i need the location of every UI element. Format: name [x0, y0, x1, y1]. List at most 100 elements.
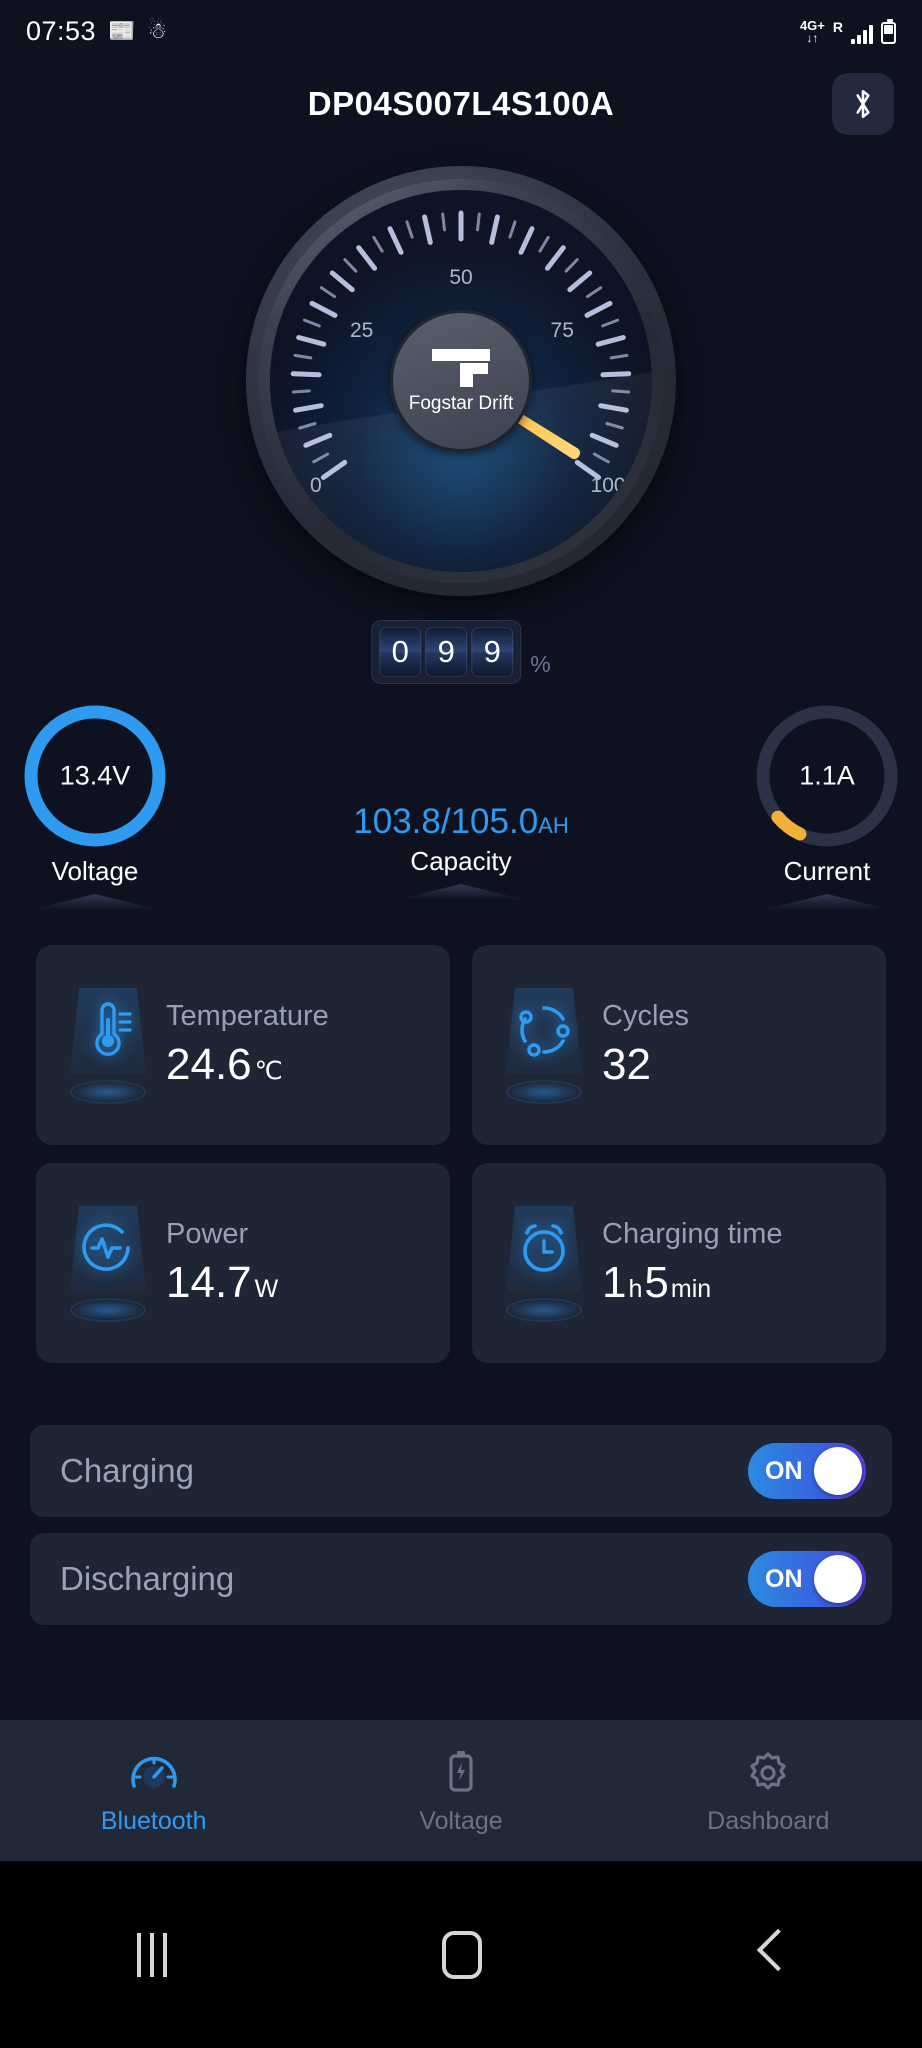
- signal-bars-icon: [851, 24, 873, 44]
- page-title: DP04S007L4S100A: [307, 85, 615, 122]
- nav-label-bluetooth: Bluetooth: [100, 1806, 207, 1835]
- capacity-number: 103.8/105.0: [353, 802, 539, 841]
- network-type-icon: 4G+ ↓↑: [800, 19, 825, 44]
- capacity-pointer: [396, 884, 526, 900]
- discharging-toggle[interactable]: ON: [748, 1551, 866, 1607]
- odometer-digit: 9: [425, 627, 468, 677]
- card-icon-wrap: [56, 986, 160, 1104]
- odometer-digit: 0: [379, 627, 422, 677]
- gear-icon: [750, 1751, 786, 1790]
- card-minutes-unit: min: [670, 1275, 712, 1303]
- card-icon-wrap: [56, 1204, 160, 1322]
- recent-apps-icon[interactable]: [137, 1932, 168, 1977]
- card-icon-wrap: [492, 1204, 596, 1322]
- odometer-digits: 0 9 9: [371, 620, 522, 684]
- charging-label: Charging: [60, 1452, 194, 1489]
- gauge-tick-label-100: 100: [590, 474, 626, 498]
- card-text: Temperature 24.6 ℃: [166, 1000, 329, 1090]
- gauge-tick-label-0: 0: [309, 474, 322, 498]
- nav-item-voltage[interactable]: Voltage: [307, 1720, 614, 1861]
- battery-bolt-icon: [449, 1750, 473, 1792]
- voltage-pointer: [30, 894, 160, 910]
- voltage-ring: 13.4V: [19, 700, 171, 852]
- cycles-card[interactable]: Cycles 32: [472, 945, 886, 1145]
- card-hours-unit: h: [628, 1275, 643, 1303]
- nav-label-dashboard: Dashboard: [707, 1806, 830, 1835]
- cycles-icon: [519, 1006, 570, 1057]
- current-label: Current: [783, 856, 871, 886]
- status-bar-left: 07:53 📰 ☃: [26, 16, 167, 47]
- soc-gauge: 0 25 50 75 100 Fogstar Drift: [246, 166, 676, 596]
- power-pulse-icon: [82, 1223, 130, 1271]
- card-number: 24.6: [166, 1040, 252, 1089]
- back-icon[interactable]: [757, 1931, 785, 1979]
- summary-stats-row: 13.4V Voltage 103.8/105.0AH Capacity 1.1…: [0, 700, 922, 910]
- gauge-tick-label-50: 50: [449, 265, 473, 289]
- speedometer-icon: [130, 1756, 177, 1788]
- roaming-indicator: R: [832, 18, 843, 35]
- card-unit: W: [254, 1275, 279, 1303]
- charging-row[interactable]: Charging ON: [30, 1425, 892, 1517]
- brand-name: Fogstar Drift: [408, 393, 514, 414]
- gauge-tick-label-25: 25: [349, 319, 374, 343]
- card-value: 32: [602, 1040, 689, 1090]
- power-card[interactable]: Power 14.7 W: [36, 1163, 450, 1363]
- soc-odometer: 0 9 9 %: [371, 620, 551, 684]
- odometer-digit: 9: [471, 627, 514, 677]
- nav-label-voltage: Voltage: [419, 1806, 503, 1835]
- discharging-row[interactable]: Discharging ON: [30, 1533, 892, 1625]
- odometer-unit: %: [530, 651, 551, 677]
- gauge-tick-label-75: 75: [550, 319, 574, 343]
- card-label: Cycles: [602, 1000, 690, 1032]
- status-bar-right: 4G+ ↓↑ R: [800, 18, 896, 44]
- home-icon[interactable]: [441, 1930, 482, 1979]
- metric-cards: Temperature 24.6 ℃ Cycles 32 Power 14.7 …: [36, 945, 886, 1363]
- app-header: DP04S007L4S100A: [0, 62, 922, 146]
- current-value: 1.1A: [799, 760, 855, 791]
- capacity-label: Capacity: [410, 846, 512, 876]
- nav-item-dashboard[interactable]: Dashboard: [615, 1720, 922, 1861]
- status-clock: 07:53: [26, 15, 97, 46]
- card-minutes: 5: [644, 1258, 669, 1307]
- card-label: Power: [166, 1218, 249, 1250]
- toggle-knob: [814, 1447, 862, 1495]
- battery-icon: [881, 18, 896, 44]
- discharging-toggle-state: ON: [765, 1564, 803, 1593]
- news-icon: 📰: [108, 18, 136, 43]
- card-icon-wrap: [492, 986, 596, 1104]
- card-text: Cycles 32: [602, 1000, 689, 1090]
- card-unit: ℃: [254, 1057, 283, 1085]
- temperature-card[interactable]: Temperature 24.6 ℃: [36, 945, 450, 1145]
- card-number: 14.7: [166, 1258, 252, 1307]
- data-arrows-icon: ↓↑: [806, 30, 819, 45]
- card-label: Temperature: [166, 1000, 329, 1032]
- snowman-icon: ☃: [147, 18, 168, 43]
- card-hours: 1: [602, 1258, 627, 1307]
- bottom-navigation: Bluetooth Voltage Dashboard: [0, 1720, 922, 1861]
- gauge-hub: Fogstar Drift: [390, 310, 532, 452]
- voltage-stat: 13.4V Voltage: [0, 700, 190, 910]
- card-label: Charging time: [602, 1218, 783, 1250]
- charging-time-card[interactable]: Charging time 1 h 5 min: [472, 1163, 886, 1363]
- current-pointer: [762, 894, 892, 910]
- card-value: 24.6 ℃: [166, 1040, 329, 1090]
- gauge-face: 0 25 50 75 100 Fogstar Drift: [270, 190, 652, 572]
- card-number: 32: [602, 1040, 651, 1089]
- charging-toggle[interactable]: ON: [748, 1443, 866, 1499]
- voltage-label: Voltage: [51, 856, 139, 886]
- card-text: Charging time 1 h 5 min: [602, 1218, 783, 1308]
- current-ring: 1.1A: [751, 700, 903, 852]
- fogstar-f-logo: [430, 347, 492, 389]
- network-type-label: 4G+: [799, 17, 825, 33]
- voltage-value: 13.4V: [59, 760, 131, 791]
- charging-toggle-state: ON: [765, 1456, 803, 1485]
- card-text: Power 14.7 W: [166, 1218, 278, 1308]
- capacity-value: 103.8/105.0AH: [261, 802, 661, 842]
- current-stat: 1.1A Current: [732, 700, 922, 910]
- card-value: 1 h 5 min: [602, 1258, 783, 1308]
- card-value: 14.7 W: [166, 1258, 278, 1308]
- capacity-stat: 103.8/105.0AH Capacity: [261, 802, 661, 900]
- switch-list: Charging ON Discharging ON: [30, 1425, 892, 1641]
- nav-item-bluetooth[interactable]: Bluetooth: [0, 1720, 307, 1861]
- bluetooth-button[interactable]: [832, 73, 894, 135]
